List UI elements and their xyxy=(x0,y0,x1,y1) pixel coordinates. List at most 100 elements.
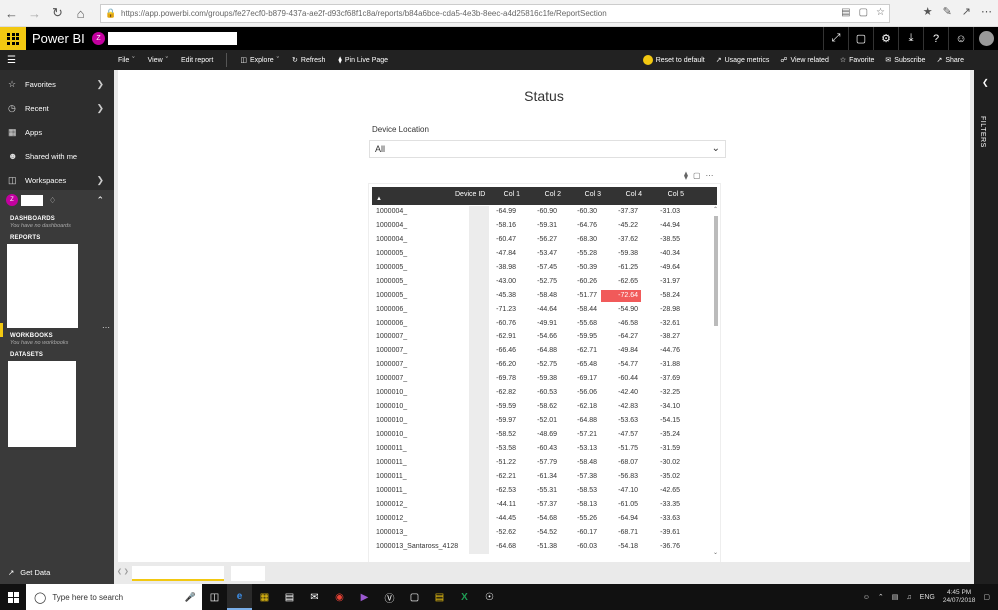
column-header-col5[interactable]: Col 5 xyxy=(668,191,684,198)
table-row[interactable]: 1000007_ -69.78 -59.38 -69.17 -60.44 -37.69 xyxy=(372,373,713,388)
share-icon[interactable]: ↗ xyxy=(962,5,971,18)
edge-browser-icon[interactable]: e xyxy=(227,584,252,610)
table-row[interactable]: 1000005_ -45.38 -58.48 -51.77 -72.64 -58.24 xyxy=(372,289,713,304)
table-row[interactable]: 1000010_ -62.82 -60.53 -56.06 -42.40 -32.25 xyxy=(372,387,713,402)
share-button[interactable]: ↗ Share xyxy=(936,56,964,65)
table-row[interactable]: 1000006_ -60.76 -49.91 -55.68 -46.58 -32.61 xyxy=(372,317,713,332)
edit-report-button[interactable]: Edit report xyxy=(181,57,213,64)
workspace-header[interactable]: Z ♢ ⌃ xyxy=(0,190,114,210)
view-related-button[interactable]: ☍ View related xyxy=(780,56,829,65)
chevron-left-icon[interactable]: ❮ xyxy=(982,78,989,87)
page-nav-arrows-icon[interactable]: ❮ ❯ xyxy=(117,568,129,575)
reset-to-default-button[interactable]: Reset to default xyxy=(642,55,705,65)
table-row[interactable]: 1000013_Santaross_4128 -64.68 -51.38 -60.03… xyxy=(372,540,713,555)
hamburger-icon[interactable]: ☰ xyxy=(0,55,23,66)
visual-studio-icon[interactable]: ▶ xyxy=(352,584,377,610)
address-bar[interactable]: 🔒 https://app.powerbi.com/groups/fe27ecf… xyxy=(100,4,890,23)
microphone-icon[interactable]: 🎤 xyxy=(185,592,196,603)
table-row[interactable]: 1000005_ -43.00 -52.75 -60.26 -62.65 -31.97 xyxy=(372,275,713,290)
report-thumbnail[interactable] xyxy=(7,244,78,328)
dataset-thumbnail[interactable] xyxy=(8,361,76,447)
more-options-icon[interactable]: ⋯ xyxy=(102,323,110,332)
network-icon[interactable]: ▤ xyxy=(892,593,899,601)
table-row[interactable]: 1000011_ -51.22 -57.79 -58.48 -68.07 -30.02 xyxy=(372,456,713,471)
file-explorer-icon[interactable]: ▦ xyxy=(252,584,277,610)
scroll-up-icon[interactable]: ⌃ xyxy=(713,206,718,213)
sticky-notes-icon[interactable]: ▢ xyxy=(402,584,427,610)
forward-icon[interactable]: → xyxy=(23,0,46,27)
file-menu[interactable]: File ˇ xyxy=(118,57,135,64)
skype-icon[interactable]: Ⓥ xyxy=(377,584,402,610)
table-row[interactable]: 1000010_ -59.97 -52.01 -64.88 -53.63 -54.15 xyxy=(372,415,713,429)
back-icon[interactable]: ← xyxy=(0,0,23,27)
nav-workspaces[interactable]: ◫ Workspaces ❯ xyxy=(0,168,114,192)
scroll-thumb[interactable] xyxy=(714,216,718,326)
table-row[interactable]: 1000007_ -66.46 -64.88 -62.71 -49.84 -44.76 xyxy=(372,345,713,360)
status-table[interactable]: ▲ Device ID Col 1 Col 2 Col 3 Col 4 Col … xyxy=(368,183,721,563)
nav-apps[interactable]: ▦ Apps xyxy=(0,120,114,144)
nav-shared-with-me[interactable]: ☻ Shared with me xyxy=(0,144,114,168)
excel-icon[interactable]: X xyxy=(452,584,477,610)
volume-icon[interactable]: ♫ xyxy=(906,594,911,601)
pen-icon[interactable]: ✎ xyxy=(943,5,952,18)
pin-visual-icon[interactable]: ⧫ xyxy=(684,171,688,180)
usage-metrics-button[interactable]: ↗ Usage metrics xyxy=(716,56,770,65)
chevron-up-icon[interactable]: ⌃ xyxy=(96,195,104,206)
chevron-up-icon[interactable]: ⌃ xyxy=(878,593,884,601)
workspace-avatar[interactable]: Z xyxy=(92,32,105,45)
refresh-icon[interactable]: ↻ xyxy=(46,0,69,27)
table-row[interactable]: 1000007_ -62.91 -54.66 -59.95 -64.27 -38.27 xyxy=(372,331,713,346)
download-icon[interactable]: ⤓ xyxy=(898,27,923,50)
person-icon[interactable]: ☺ xyxy=(863,594,870,601)
more-options-icon[interactable]: ⋯ xyxy=(706,171,714,180)
comment-icon[interactable]: ▢ xyxy=(848,27,873,50)
focus-mode-icon[interactable]: ▢ xyxy=(693,171,701,180)
scroll-down-icon[interactable]: ⌄ xyxy=(713,549,718,556)
language-indicator[interactable]: ENG xyxy=(920,594,935,601)
windows-start-icon[interactable] xyxy=(0,584,26,610)
table-row[interactable]: 1000004_ -60.47 -56.27 -68.30 -37.62 -38.55 xyxy=(372,233,713,248)
table-row[interactable]: 1000011_ -62.21 -61.34 -57.38 -56.83 -35.02 xyxy=(372,470,713,485)
explore-menu[interactable]: ◫ Explore ˇ xyxy=(240,56,279,65)
table-row[interactable]: 1000004_ -58.16 -59.31 -64.76 -45.22 -44.94 xyxy=(372,219,713,234)
more-icon[interactable]: ⋯ xyxy=(981,5,992,18)
table-row[interactable]: 1000007_ -66.20 -52.75 -65.48 -54.77 -31.88 xyxy=(372,359,713,374)
table-row[interactable]: 1000011_ -53.58 -60.43 -53.13 -51.75 -31.59 xyxy=(372,442,713,457)
settings-icon[interactable]: ⚙ xyxy=(873,27,898,50)
view-menu[interactable]: View ˇ xyxy=(148,57,168,64)
sort-ascending-icon[interactable]: ▲ xyxy=(376,196,382,202)
column-header-col4[interactable]: Col 4 xyxy=(626,191,642,198)
notifications-icon[interactable]: ▢ xyxy=(983,593,990,601)
table-row[interactable]: 1000005_ -38.98 -57.45 -50.39 -61.25 -49.64 xyxy=(372,261,713,276)
filters-pane[interactable]: ❮ FILTERS xyxy=(974,70,998,584)
help-icon[interactable]: ? xyxy=(923,27,948,50)
pin-live-page-button[interactable]: ⧫ Pin Live Page xyxy=(338,56,388,65)
nav-favorites[interactable]: ☆ Favorites ❯ xyxy=(0,72,114,96)
table-row[interactable]: 1000010_ -59.59 -58.62 -62.18 -42.83 -34.10 xyxy=(372,401,713,416)
chrome-icon[interactable]: ◉ xyxy=(327,584,352,610)
table-scrollbar[interactable]: ⌃ ⌄ xyxy=(713,206,719,558)
app-launcher-icon[interactable] xyxy=(0,27,26,50)
device-location-slicer[interactable]: All ⌄ xyxy=(369,140,726,158)
table-row[interactable]: 1000013_ -52.62 -54.52 -60.17 -68.71 -39.61 xyxy=(372,526,713,541)
favorite-button[interactable]: ☆ Favorite xyxy=(840,56,875,65)
get-data-button[interactable]: ↗ Get Data xyxy=(0,560,114,584)
table-row[interactable]: 1000012_ -44.45 -54.68 -55.26 -64.94 -33.63 xyxy=(372,512,713,527)
column-header-col1[interactable]: Col 1 xyxy=(504,191,520,198)
store-icon[interactable]: ▤ xyxy=(277,584,302,610)
table-row[interactable]: 1000006_ -71.23 -44.64 -58.44 -54.90 -28.98 xyxy=(372,303,713,318)
table-row[interactable]: 1000011_ -62.53 -55.31 -58.53 -47.10 -42.65 xyxy=(372,484,713,499)
reading-view-icon[interactable]: ▤ xyxy=(841,7,850,18)
powerbi-desktop-icon[interactable]: ▤ xyxy=(427,584,452,610)
nav-recent[interactable]: ◷ Recent ❯ xyxy=(0,96,114,120)
favorite-star-icon[interactable]: ☆ xyxy=(876,7,885,18)
tab-preview-icon[interactable]: ▢ xyxy=(859,7,868,18)
fullscreen-icon[interactable]: ⤢ xyxy=(823,27,848,50)
page-tab-active[interactable] xyxy=(132,566,224,581)
table-row[interactable]: 1000012_ -44.11 -57.37 -58.13 -61.05 -33.35 xyxy=(372,498,713,513)
task-view-icon[interactable]: ◫ xyxy=(202,584,227,610)
column-header-col2[interactable]: Col 2 xyxy=(545,191,561,198)
table-row[interactable]: 1000004_ -64.99 -60.90 -60.30 -37.37 -31.03 xyxy=(372,206,713,220)
user-avatar[interactable] xyxy=(973,27,998,50)
table-row[interactable]: 1000005_ -47.84 -53.47 -55.28 -59.38 -40.34 xyxy=(372,247,713,262)
